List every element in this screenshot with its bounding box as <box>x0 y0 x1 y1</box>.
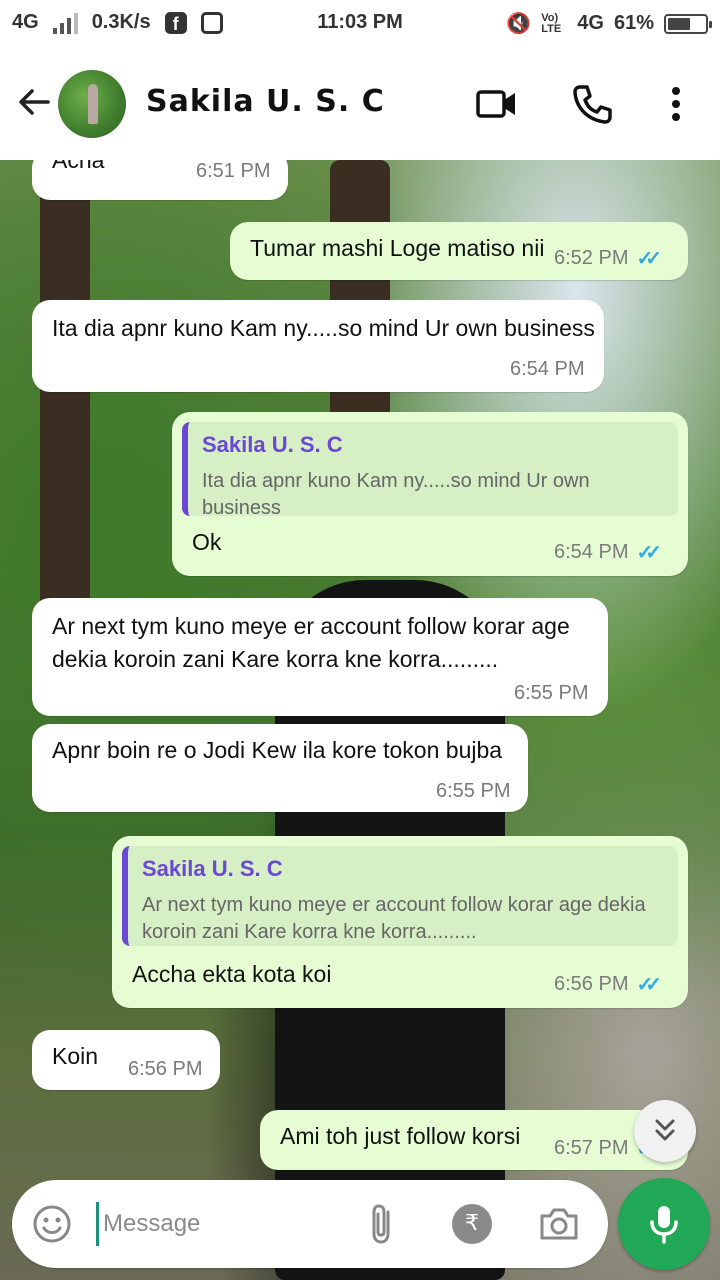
more-options-icon[interactable] <box>654 82 698 126</box>
message-text: Ar next tym kuno meye er account follow … <box>52 613 570 672</box>
message-input[interactable] <box>96 1202 346 1246</box>
quote-author: Sakila U. S. C <box>142 856 283 881</box>
message-text: Ami toh just follow korsi <box>280 1123 521 1149</box>
message-time: 6:55 PM <box>514 682 589 704</box>
mute-icon: 🔇 <box>506 13 532 35</box>
message-outgoing[interactable]: Sakila U. S. C Ita dia apnr kuno Kam ny.… <box>172 412 688 576</box>
message-time: 6:56 PM <box>128 1058 203 1080</box>
chevron-down-icon <box>655 1119 675 1141</box>
back-arrow-icon[interactable] <box>14 82 54 122</box>
read-ticks-icon: ✓✓ <box>636 542 661 564</box>
message-text: Ita dia apnr kuno Kam ny.....so mind Ur … <box>52 315 595 341</box>
clock: 11:03 PM <box>317 11 403 33</box>
message-time: 6:56 PM ✓✓ <box>554 973 662 996</box>
chat-area[interactable]: Acha 6:51 PM Tumar mashi Loge matiso nii… <box>0 160 720 1280</box>
battery-percent: 61% <box>613 12 654 34</box>
read-ticks-icon: ✓✓ <box>636 248 661 270</box>
reply-quote[interactable]: Sakila U. S. C Ita dia apnr kuno Kam ny.… <box>182 422 678 519</box>
message-time: 6:52 PM ✓✓ <box>554 247 662 270</box>
message-text: Tumar mashi Loge matiso nii <box>250 235 545 261</box>
message-incoming[interactable]: Koin 6:56 PM <box>32 1030 220 1090</box>
message-text: Ok <box>192 529 222 555</box>
message-outgoing[interactable]: Tumar mashi Loge matiso nii 6:52 PM ✓✓ <box>230 222 688 280</box>
volte-label: Vo) LTE <box>541 11 562 35</box>
message-incoming[interactable]: Apnr boin re o Jodi Kew ila kore tokon b… <box>32 724 528 812</box>
network2-label: 4G <box>577 12 604 34</box>
read-ticks-icon: ✓✓ <box>636 974 661 996</box>
status-bar: 4G 0.3K/s f 11:03 PM 🔇 Vo) LTE 4G 61% <box>0 0 720 48</box>
message-text: Accha ekta kota koi <box>132 961 332 987</box>
quote-text: Ita dia apnr kuno Kam ny.....so mind Ur … <box>202 470 590 519</box>
emoji-icon[interactable] <box>32 1204 72 1244</box>
quote-author: Sakila U. S. C <box>202 432 343 457</box>
battery-icon <box>664 13 712 34</box>
camera-icon[interactable] <box>538 1204 580 1244</box>
message-text: Koin <box>52 1043 99 1069</box>
message-time: 6:54 PM ✓✓ <box>554 541 662 564</box>
payment-icon[interactable]: ₹ <box>452 1204 492 1244</box>
message-outgoing[interactable]: Ami toh just follow korsi 6:57 PM✓✓ <box>260 1110 688 1170</box>
message-text: Acha <box>52 160 105 173</box>
quote-text: Ar next tym kuno meye er account follow … <box>142 894 646 943</box>
chat-header: Sakila U. S. C <box>0 48 720 160</box>
microphone-icon <box>650 1206 678 1244</box>
avatar[interactable] <box>58 70 126 138</box>
scroll-to-bottom-button[interactable] <box>634 1100 696 1162</box>
message-time: 6:55 PM <box>436 780 511 802</box>
message-incoming[interactable]: Ita dia apnr kuno Kam ny.....so mind Ur … <box>32 300 604 392</box>
message-time: 6:54 PM <box>510 358 585 380</box>
contact-name[interactable]: Sakila U. S. C <box>146 84 385 119</box>
message-text: Apnr boin re o Jodi Kew ila kore tokon b… <box>52 737 503 763</box>
video-call-icon[interactable] <box>474 82 518 126</box>
message-incoming[interactable]: Ar next tym kuno meye er account follow … <box>32 598 608 716</box>
message-outgoing[interactable]: Sakila U. S. C Ar next tym kuno meye er … <box>112 836 688 1008</box>
voice-record-button[interactable] <box>618 1178 710 1270</box>
attachment-icon[interactable] <box>366 1202 398 1246</box>
reply-quote[interactable]: Sakila U. S. C Ar next tym kuno meye er … <box>122 846 678 946</box>
message-incoming[interactable]: Acha 6:51 PM <box>32 160 288 200</box>
voice-call-icon[interactable] <box>570 82 614 126</box>
message-time: 6:51 PM <box>196 160 271 182</box>
message-composer: ₹ <box>12 1180 608 1268</box>
